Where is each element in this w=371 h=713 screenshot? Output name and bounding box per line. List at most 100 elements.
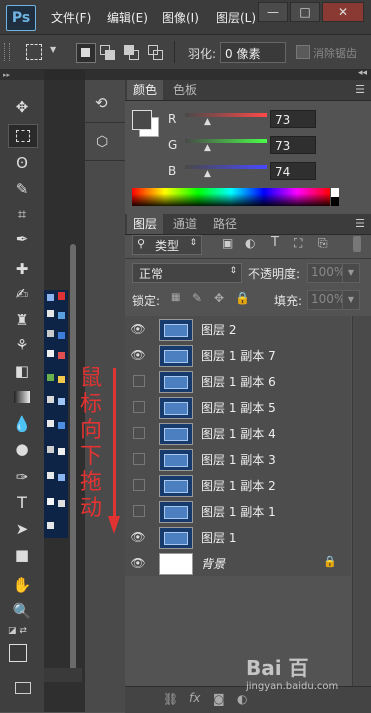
hand-tool-icon[interactable]: ✋	[8, 574, 36, 596]
visibility-toggle[interactable]	[133, 505, 145, 517]
eye-icon[interactable]: 👁	[129, 346, 147, 364]
brush-tool-icon[interactable]: ✍	[8, 283, 36, 305]
channel-g-input[interactable]: 73	[270, 136, 316, 154]
zoom-tool-icon[interactable]: 🔍	[8, 600, 36, 622]
layer-row[interactable]: 👁 图层 1	[125, 524, 351, 551]
tab-paths[interactable]: 路径	[207, 214, 243, 234]
pen-tool-icon[interactable]: ✑	[8, 466, 36, 488]
type-filter-icon[interactable]: T	[271, 235, 279, 250]
eye-icon[interactable]: 👁	[129, 528, 147, 546]
chevron-down-icon[interactable]: ▼	[342, 290, 360, 310]
visibility-toggle[interactable]	[133, 401, 145, 413]
lock-pixels-icon[interactable]: ✎	[192, 291, 202, 305]
fill-input[interactable]: 100%	[307, 290, 345, 310]
tab-layers[interactable]: 图层	[127, 214, 164, 234]
blur-tool-icon[interactable]: 💧	[8, 413, 36, 435]
gradient-tool-icon[interactable]	[8, 386, 36, 408]
vertical-scrollbar[interactable]	[70, 244, 76, 674]
layer-row[interactable]: 图层 1 副本 1	[125, 498, 351, 525]
new-selection-button[interactable]	[76, 43, 96, 63]
slider-handle-icon[interactable]: ▲	[204, 169, 211, 179]
collapse-arrows-icon[interactable]: ▸▸	[0, 70, 44, 80]
panel-menu-icon[interactable]: ☰	[355, 83, 365, 96]
visibility-toggle[interactable]	[133, 479, 145, 491]
background-layer-row[interactable]: 👁 背景 🔒	[125, 550, 351, 577]
layer-row[interactable]: 图层 1 副本 4	[125, 420, 351, 447]
slider-handle-icon[interactable]: ▲	[204, 143, 211, 153]
eye-icon[interactable]: 👁	[129, 554, 147, 572]
path-selection-icon[interactable]: ➤	[8, 518, 36, 540]
black-white-ramp[interactable]	[331, 188, 339, 206]
channel-b-slider[interactable]	[185, 165, 267, 169]
color-ramp[interactable]	[132, 188, 330, 206]
spot-healing-icon[interactable]: ✚	[8, 258, 36, 280]
menu-layer[interactable]: 图层(L)	[216, 9, 256, 26]
menu-image[interactable]: 图像(I)	[162, 9, 199, 26]
move-tool-icon[interactable]: ✥	[8, 96, 36, 118]
link-layers-icon[interactable]: ⛓	[163, 692, 178, 706]
layer-row[interactable]: 图层 1 副本 6	[125, 368, 351, 395]
visibility-toggle[interactable]	[133, 453, 145, 465]
add-mask-icon[interactable]: ◙	[213, 692, 225, 706]
tab-color[interactable]: 颜色	[127, 80, 164, 100]
visibility-toggle[interactable]	[133, 375, 145, 387]
lasso-tool-icon[interactable]: ʘ	[8, 152, 36, 174]
marquee-tool-preset-icon[interactable]	[26, 44, 42, 60]
dodge-tool-icon[interactable]: ●	[8, 438, 36, 460]
horizontal-scrollbar[interactable]	[44, 668, 82, 682]
history-brush-icon[interactable]: ⚘	[8, 334, 36, 356]
chevron-down-icon[interactable]: ▼	[50, 45, 56, 54]
menu-edit[interactable]: 编辑(E)	[107, 9, 148, 26]
smart-object-filter-icon[interactable]: ⎘	[318, 236, 328, 251]
blend-mode-dropdown[interactable]: 正常 ⇕	[132, 263, 242, 283]
quick-mask-icon[interactable]	[15, 682, 31, 694]
eraser-icon[interactable]: ◧	[8, 360, 36, 382]
tab-channels[interactable]: 通道	[167, 214, 203, 234]
layer-row[interactable]: 👁 图层 1 副本 7	[125, 342, 351, 369]
slider-handle-icon[interactable]: ▲	[204, 117, 211, 127]
3d-panel-icon[interactable]: ⬡	[96, 134, 108, 150]
layer-row[interactable]: 图层 1 副本 5	[125, 394, 351, 421]
maximize-button[interactable]: □	[290, 2, 320, 22]
grip-handle[interactable]	[4, 43, 10, 61]
channel-r-slider[interactable]	[185, 113, 267, 117]
crop-tool-icon[interactable]: ⌗	[8, 203, 36, 225]
clone-stamp-icon[interactable]: ♜	[8, 309, 36, 331]
channel-b-input[interactable]: 74	[270, 162, 316, 180]
eye-icon[interactable]: 👁	[129, 320, 147, 338]
quick-selection-icon[interactable]: ✎	[8, 178, 36, 200]
history-panel-icon[interactable]: ⟲	[95, 94, 108, 112]
default-colors-icon[interactable]: ◪ ⇄	[8, 626, 27, 636]
rectangular-marquee-icon[interactable]	[8, 124, 38, 148]
menu-file[interactable]: 文件(F)	[51, 9, 91, 26]
eyedropper-icon[interactable]: ✒	[8, 228, 36, 250]
shape-filter-icon[interactable]: ⛶	[294, 236, 302, 251]
tab-swatches[interactable]: 色板	[167, 80, 203, 100]
fx-icon[interactable]: fx	[189, 691, 200, 705]
minimize-button[interactable]: —	[258, 2, 288, 22]
visibility-toggle[interactable]	[133, 427, 145, 439]
rectangle-tool-icon[interactable]: ■	[8, 544, 36, 566]
panel-menu-icon[interactable]: ☰	[355, 217, 365, 230]
pixel-filter-icon[interactable]: ▣	[222, 236, 233, 250]
lock-all-icon[interactable]: 🔒	[235, 291, 250, 305]
lock-transparent-icon[interactable]: ▦	[171, 292, 180, 303]
channel-g-slider[interactable]	[185, 139, 267, 143]
chevron-down-icon[interactable]: ▼	[342, 263, 360, 283]
close-button[interactable]: ✕	[322, 2, 364, 22]
lock-position-icon[interactable]: ✥	[214, 291, 224, 305]
layer-filter-dropdown[interactable]: ⚲ 类型 ⇕	[132, 235, 202, 255]
adjustment-filter-icon[interactable]: ◐	[245, 236, 255, 250]
channel-r-input[interactable]: 73	[270, 110, 316, 128]
layer-row[interactable]: 👁 图层 2	[125, 316, 351, 343]
type-tool-icon[interactable]: T	[8, 492, 36, 514]
antialias-checkbox[interactable]	[296, 45, 310, 59]
layer-row[interactable]: 图层 1 副本 2	[125, 472, 351, 499]
layers-scrollbar[interactable]	[352, 316, 371, 686]
foreground-color-swatch[interactable]	[9, 644, 27, 662]
collapse-arrows-icon[interactable]: ◂◂	[358, 68, 367, 78]
feather-input[interactable]: 0 像素	[220, 42, 286, 63]
layer-row[interactable]: 图层 1 副本 3	[125, 446, 351, 473]
opacity-input[interactable]: 100%	[307, 263, 345, 283]
filter-toggle-switch[interactable]	[353, 236, 361, 252]
